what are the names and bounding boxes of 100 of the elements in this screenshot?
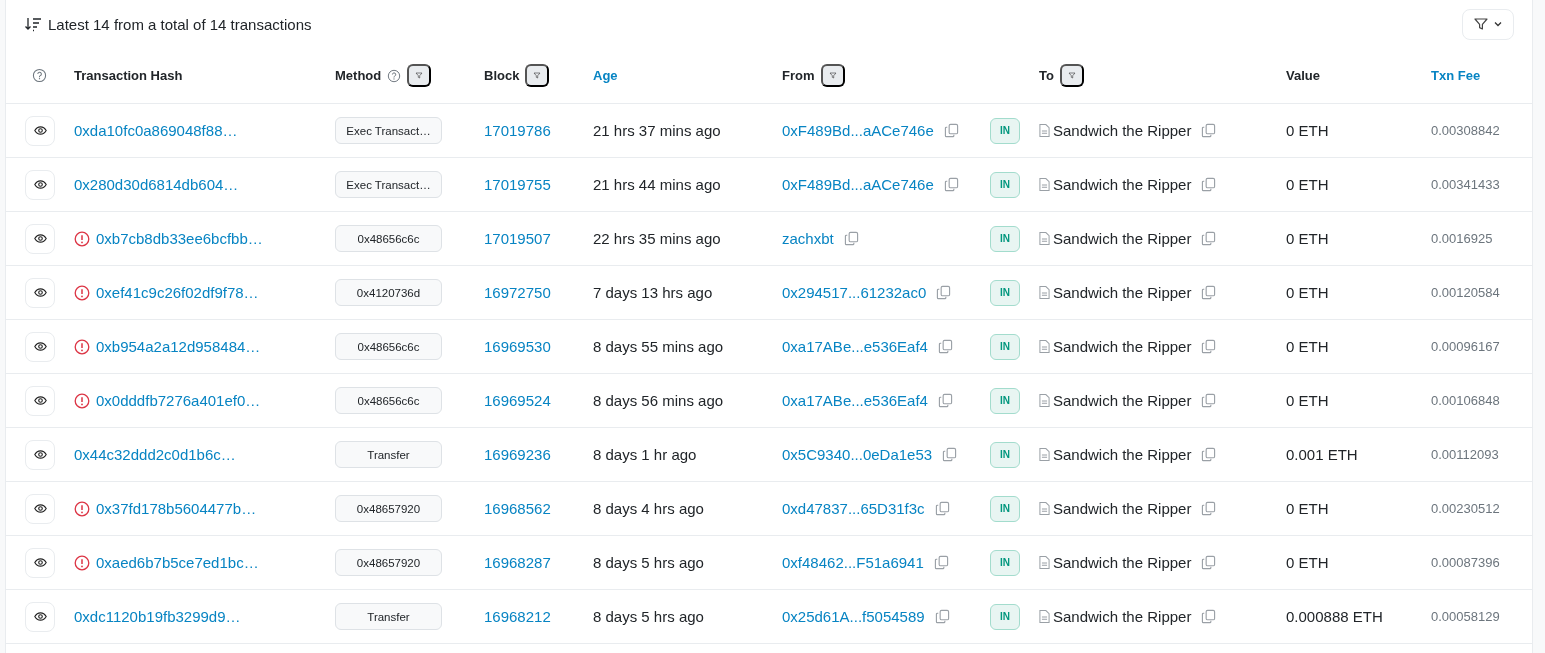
copy-icon[interactable] (843, 231, 859, 246)
direction-badge: IN (990, 225, 1020, 252)
preview-button[interactable] (25, 493, 55, 524)
document-icon (1039, 555, 1050, 570)
from-address-link[interactable]: zachxbt (782, 230, 834, 247)
copy-icon[interactable] (1201, 501, 1217, 516)
method-badge[interactable]: Transfer (335, 603, 442, 630)
preview-button[interactable] (25, 169, 55, 200)
transaction-hash-link[interactable]: 0x280d30d6814db604… (74, 176, 239, 193)
copy-icon[interactable] (1201, 177, 1217, 192)
preview-button[interactable] (25, 385, 55, 416)
copy-icon[interactable] (937, 339, 953, 354)
value-text: 0 ETH (1286, 392, 1329, 409)
from-address-link[interactable]: 0xF489Bd...aACe746e (782, 176, 934, 193)
to-address-text: Sandwich the Ripper (1053, 392, 1192, 409)
chevron-down-icon (1493, 19, 1503, 29)
copy-icon[interactable] (1201, 447, 1217, 462)
copy-icon[interactable] (1201, 339, 1217, 354)
filter-button[interactable] (525, 64, 550, 87)
transaction-hash-link[interactable]: 0xdc1120b19fb3299d9… (74, 608, 241, 625)
from-address-link[interactable]: 0xd47837...65D31f3c (782, 500, 925, 517)
column-header[interactable]: Age (593, 68, 618, 83)
method-badge[interactable]: 0x4120736d (335, 279, 442, 306)
transaction-hash-link[interactable]: 0xda10fc0a869048f88… (74, 122, 238, 139)
txn-fee-text: 0.00112093 (1431, 447, 1499, 462)
direction-badge: IN (990, 441, 1020, 468)
document-icon (1039, 285, 1050, 300)
value-text: 0 ETH (1286, 338, 1329, 355)
method-badge[interactable]: 0x48657920 (335, 549, 442, 576)
copy-icon[interactable] (1201, 555, 1217, 570)
copy-icon[interactable] (934, 501, 950, 516)
eye-icon (33, 286, 47, 299)
method-badge[interactable]: 0x48656c6c (335, 333, 442, 360)
copy-icon[interactable] (936, 285, 952, 300)
age-text: 8 days 56 mins ago (593, 392, 724, 409)
preview-button[interactable] (25, 439, 55, 470)
copy-icon[interactable] (1201, 285, 1217, 300)
from-address-link[interactable]: 0xa17ABe...e536Eaf4 (782, 392, 928, 409)
document-icon (1039, 393, 1050, 408)
preview-button[interactable] (25, 277, 55, 308)
value-text: 0 ETH (1286, 122, 1329, 139)
copy-icon[interactable] (1201, 393, 1217, 408)
copy-icon[interactable] (943, 123, 959, 138)
preview-button[interactable] (25, 331, 55, 362)
transaction-hash-link[interactable]: 0xaed6b7b5ce7ed1bc… (96, 554, 259, 571)
block-link[interactable]: 17019507 (484, 230, 551, 247)
method-badge[interactable]: 0x48657920 (335, 495, 442, 522)
copy-icon[interactable] (1201, 609, 1217, 624)
value-text: 0.001 ETH (1286, 446, 1358, 463)
from-address-link[interactable]: 0xf48462...F51a6941 (782, 554, 924, 571)
block-link[interactable]: 16968212 (484, 608, 551, 625)
block-link[interactable]: 16969530 (484, 338, 551, 355)
transaction-hash-link[interactable]: 0xb954a2a12d958484… (96, 338, 261, 355)
filter-button[interactable] (407, 64, 432, 87)
filter-dropdown-button[interactable] (1462, 8, 1514, 40)
txn-fee-text: 0.00087396 (1431, 555, 1500, 570)
method-badge[interactable]: Exec Transact… (335, 171, 442, 198)
preview-button[interactable] (25, 115, 55, 146)
block-link[interactable]: 16968287 (484, 554, 551, 571)
block-link[interactable]: 16968562 (484, 500, 551, 517)
from-address-link[interactable]: 0xa17ABe...e536Eaf4 (782, 338, 928, 355)
method-badge[interactable]: Transfer (335, 441, 442, 468)
eye-icon (33, 232, 47, 245)
document-icon (1039, 177, 1050, 192)
copy-icon[interactable] (934, 609, 950, 624)
preview-button[interactable] (25, 601, 55, 632)
transaction-hash-link[interactable]: 0x44c32ddd2c0d1b6c… (74, 446, 236, 463)
copy-icon[interactable] (943, 177, 959, 192)
transaction-hash-link[interactable]: 0xef41c9c26f02df9f78… (96, 284, 259, 301)
to-address-text: Sandwich the Ripper (1053, 554, 1192, 571)
to-address-text: Sandwich the Ripper (1053, 446, 1192, 463)
transaction-hash-link[interactable]: 0x37fd178b5604477b… (96, 500, 257, 517)
copy-icon[interactable] (1201, 123, 1217, 138)
eye-icon (33, 610, 47, 623)
copy-icon[interactable] (937, 393, 953, 408)
method-badge[interactable]: 0x48656c6c (335, 225, 442, 252)
block-link[interactable]: 17019755 (484, 176, 551, 193)
transaction-hash-link[interactable]: 0x0dddfb7276a401ef0… (96, 392, 261, 409)
from-address-link[interactable]: 0x25d61A...f5054589 (782, 608, 925, 625)
copy-icon[interactable] (1201, 231, 1217, 246)
transaction-hash-link[interactable]: 0xb7cb8db33ee6bcfbb… (96, 230, 263, 247)
block-link[interactable]: 17019786 (484, 122, 551, 139)
block-link[interactable]: 16972750 (484, 284, 551, 301)
block-link[interactable]: 16969236 (484, 446, 551, 463)
filter-button[interactable] (820, 64, 845, 87)
from-address-link[interactable]: 0x294517...61232ac0 (782, 284, 927, 301)
from-address-link[interactable]: 0xF489Bd...aACe746e (782, 122, 934, 139)
preview-button[interactable] (25, 547, 55, 578)
method-badge[interactable]: Exec Transact… (335, 117, 442, 144)
from-address-link[interactable]: 0x5C9340...0eDa1e53 (782, 446, 933, 463)
preview-button[interactable] (25, 223, 55, 254)
copy-icon[interactable] (942, 447, 958, 462)
column-header[interactable]: Txn Fee (1431, 68, 1481, 83)
document-icon (1039, 501, 1050, 516)
filter-button[interactable] (1059, 64, 1084, 87)
method-badge[interactable]: 0x48656c6c (335, 387, 442, 414)
copy-icon[interactable] (933, 555, 949, 570)
sort-icon (24, 16, 42, 32)
block-link[interactable]: 16969524 (484, 392, 551, 409)
to-address-text: Sandwich the Ripper (1053, 284, 1192, 301)
